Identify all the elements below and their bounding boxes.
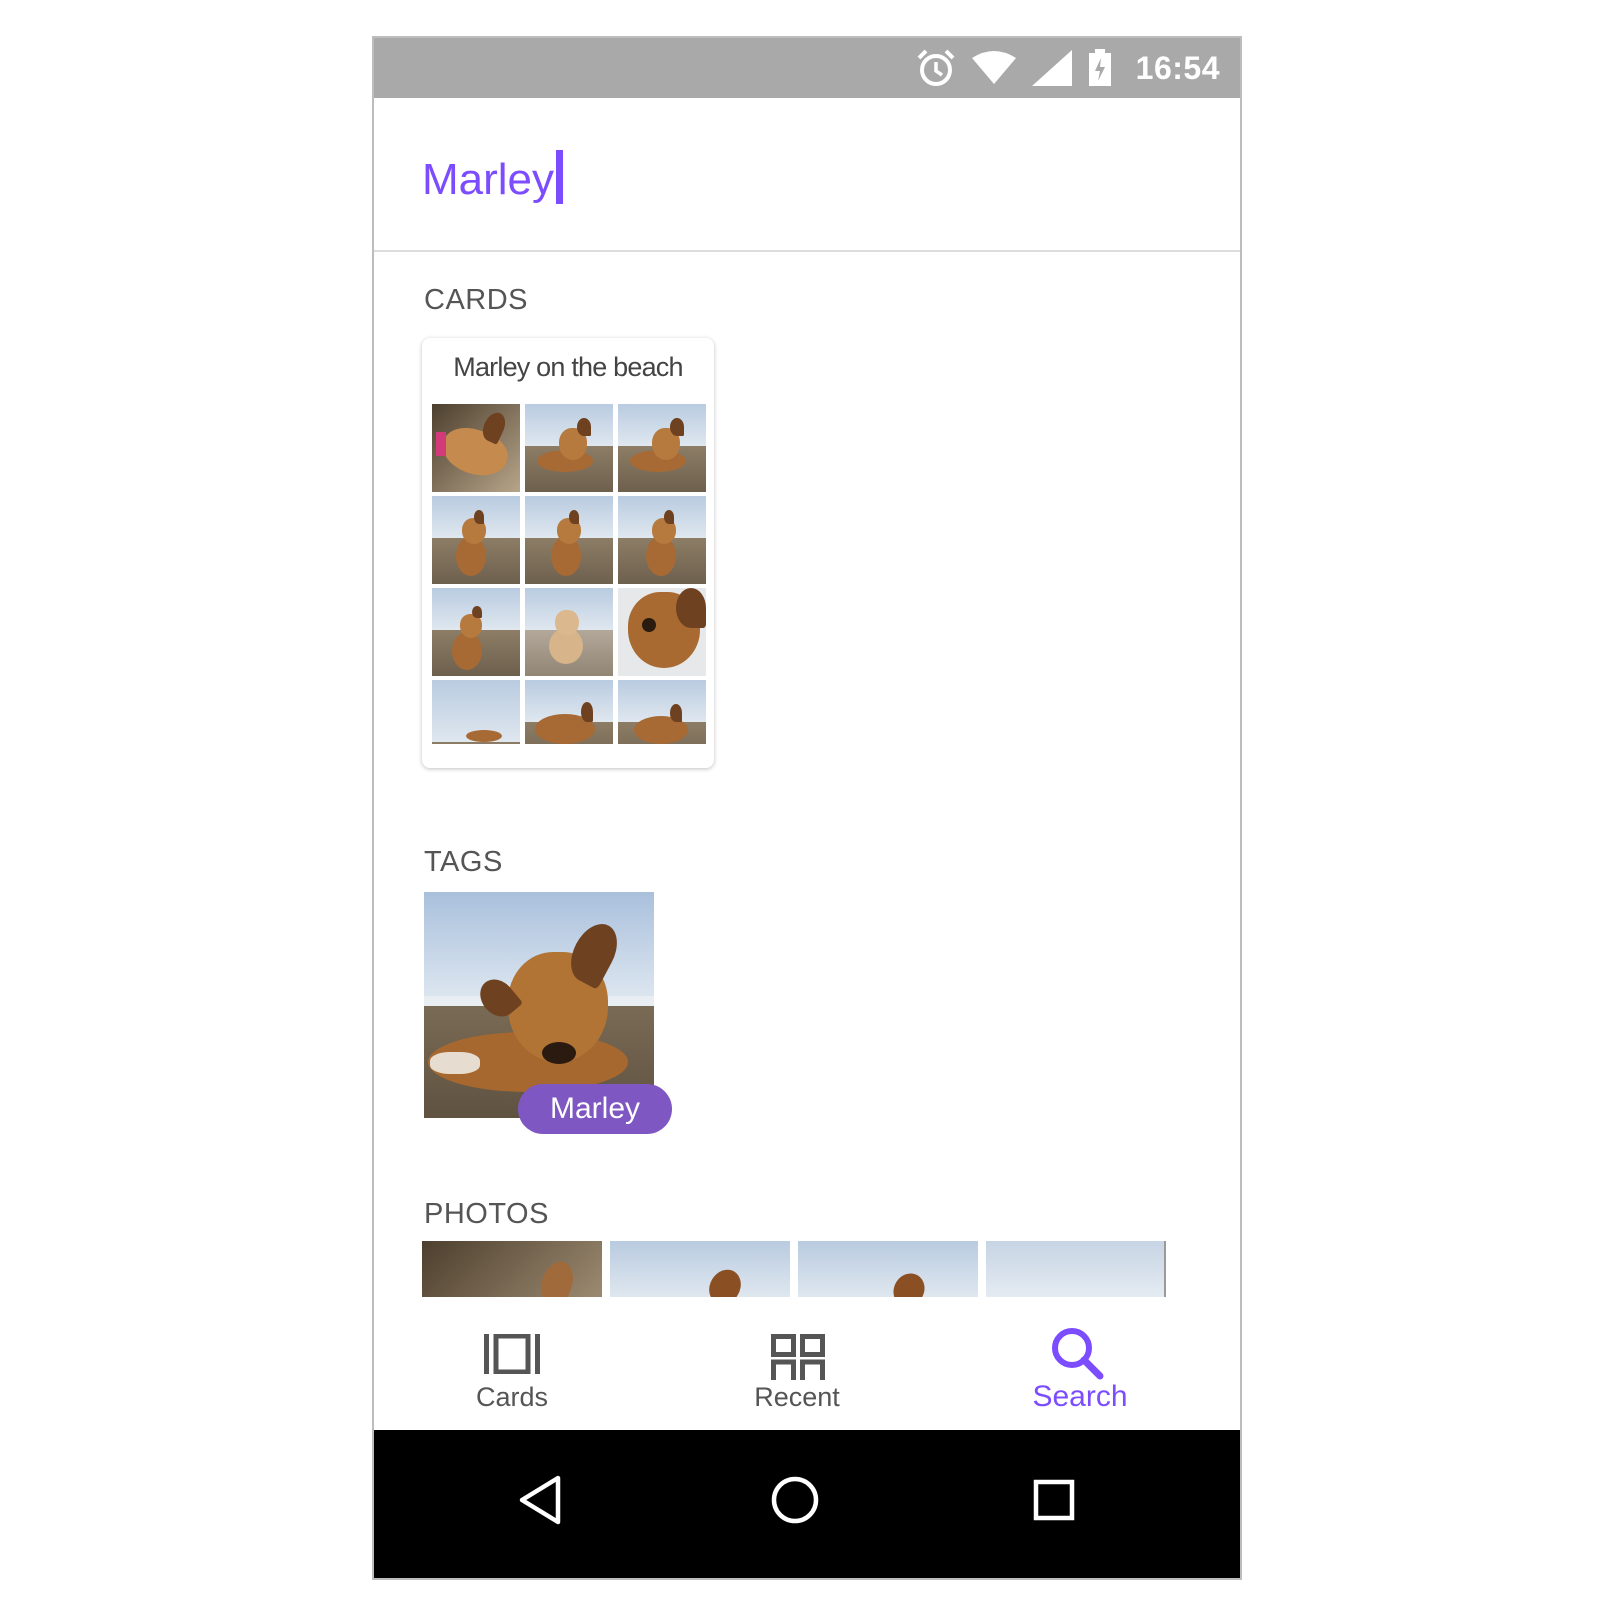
- card-thumbnail: [525, 404, 613, 492]
- photos-strip: [422, 1241, 1168, 1297]
- status-time: 16:54: [1135, 49, 1220, 86]
- card-photo-grid: [432, 404, 706, 744]
- battery-icon: [1088, 49, 1111, 86]
- card-thumbnail: [618, 404, 706, 492]
- status-bar: 16:54: [374, 38, 1240, 98]
- nav-label-search: Search: [1032, 1380, 1128, 1413]
- text-cursor: [556, 150, 564, 204]
- phone-frame: 16:54 Marley CARDS Marley on the beach T…: [372, 36, 1242, 1580]
- search-icon: [1052, 1328, 1104, 1380]
- grid-icon: [771, 1334, 825, 1380]
- section-title-tags: TAGS: [424, 846, 503, 878]
- card-thumbnail: [618, 588, 706, 676]
- section-title-photos: PHOTOS: [424, 1198, 549, 1230]
- photo-thumbnail[interactable]: [798, 1241, 978, 1297]
- nav-tab-search[interactable]: Search: [980, 1300, 1180, 1430]
- search-input[interactable]: Marley: [422, 150, 564, 208]
- signal-icon: [1031, 50, 1072, 86]
- photo-thumbnail[interactable]: [986, 1241, 1166, 1297]
- card-thumbnail: [432, 680, 520, 744]
- overview-icon[interactable]: [1014, 1460, 1094, 1540]
- card-thumbnail: [525, 588, 613, 676]
- card-thumbnail: [432, 404, 520, 492]
- cards-icon: [484, 1334, 540, 1374]
- back-icon[interactable]: [500, 1460, 580, 1540]
- photo-thumbnail[interactable]: [610, 1241, 790, 1297]
- nav-label-recent: Recent: [754, 1382, 840, 1412]
- nav-tab-recent[interactable]: Recent: [697, 1300, 897, 1430]
- alarm-icon: [917, 49, 955, 86]
- card-thumbnail: [525, 680, 613, 744]
- photo-thumbnail[interactable]: [422, 1241, 602, 1297]
- nav-label-cards: Cards: [475, 1382, 549, 1412]
- system-navigation-bar: [374, 1430, 1240, 1578]
- wifi-icon: [971, 51, 1016, 84]
- card-thumbnail: [525, 496, 613, 584]
- bottom-navigation: Cards Recent Search: [374, 1300, 1240, 1430]
- section-title-cards: CARDS: [424, 284, 529, 316]
- tag-chip-marley[interactable]: Marley: [518, 1084, 672, 1134]
- card-thumbnail: [618, 680, 706, 744]
- nav-tab-cards[interactable]: Cards: [412, 1300, 612, 1430]
- card-title: Marley on the beach: [453, 352, 683, 382]
- card-thumbnail: [432, 496, 520, 584]
- search-query: Marley: [422, 155, 555, 204]
- search-bar: Marley: [374, 98, 1240, 252]
- home-icon[interactable]: [755, 1460, 835, 1540]
- card-marley-on-the-beach[interactable]: Marley on the beach: [422, 338, 714, 768]
- card-thumbnail: [432, 588, 520, 676]
- card-thumbnail: [618, 496, 706, 584]
